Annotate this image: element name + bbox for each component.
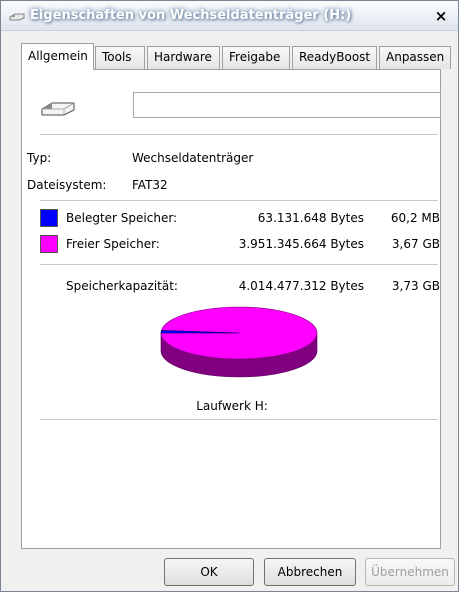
title-bar[interactable]: Eigenschaften von Wechseldatenträger (H:… [1, 1, 458, 31]
general-tab-panel: Typ: Wechseldatenträger Dateisystem: FAT… [21, 69, 441, 549]
tab-hardware[interactable]: Hardware [147, 46, 220, 69]
used-space-bytes: 63.131.648 Bytes [257, 211, 364, 225]
tab-anpassen[interactable]: Anpassen [379, 46, 451, 69]
tab-allgemein[interactable]: Allgemein [21, 43, 94, 70]
separator [40, 419, 438, 420]
ok-button[interactable]: OK [164, 558, 254, 586]
free-space-size: 3,67 GB [391, 237, 440, 251]
separator [40, 134, 438, 135]
tab-freigabe[interactable]: Freigabe [222, 46, 290, 69]
separator [40, 200, 438, 201]
window-title: Eigenschaften von Wechseldatenträger (H:… [30, 8, 352, 23]
usage-pie-chart [160, 306, 318, 378]
filesystem-value: FAT32 [132, 178, 168, 192]
properties-window: Eigenschaften von Wechseldatenträger (H:… [0, 0, 459, 592]
type-label: Typ: [27, 151, 52, 165]
drive-icon [9, 13, 25, 21]
tab-tools[interactable]: Tools [95, 46, 145, 69]
capacity-size: 3,73 GB [391, 279, 440, 293]
filesystem-label: Dateisystem: [27, 178, 107, 192]
capacity-label: Speicherkapazität: [66, 279, 178, 293]
cancel-button[interactable]: Abbrechen [264, 558, 356, 586]
capacity-bytes: 4.014.477.312 Bytes [238, 279, 364, 293]
used-space-label: Belegter Speicher: [66, 211, 178, 225]
type-value: Wechseldatenträger [132, 151, 254, 165]
free-space-bytes: 3.951.345.664 Bytes [238, 237, 364, 251]
used-space-swatch [40, 209, 58, 227]
drive-name-input[interactable] [133, 92, 441, 118]
tab-readyboost[interactable]: ReadyBoost [292, 46, 377, 69]
used-space-size: 60,2 MB [390, 211, 440, 225]
close-icon[interactable]: × [430, 5, 452, 27]
drive-letter-label: Laufwerk H: [196, 399, 268, 413]
free-space-label: Freier Speicher: [66, 237, 160, 251]
usb-drive-icon [41, 102, 75, 116]
separator [40, 264, 438, 265]
free-space-swatch [40, 235, 58, 253]
apply-button[interactable]: Übernehmen [365, 558, 455, 586]
